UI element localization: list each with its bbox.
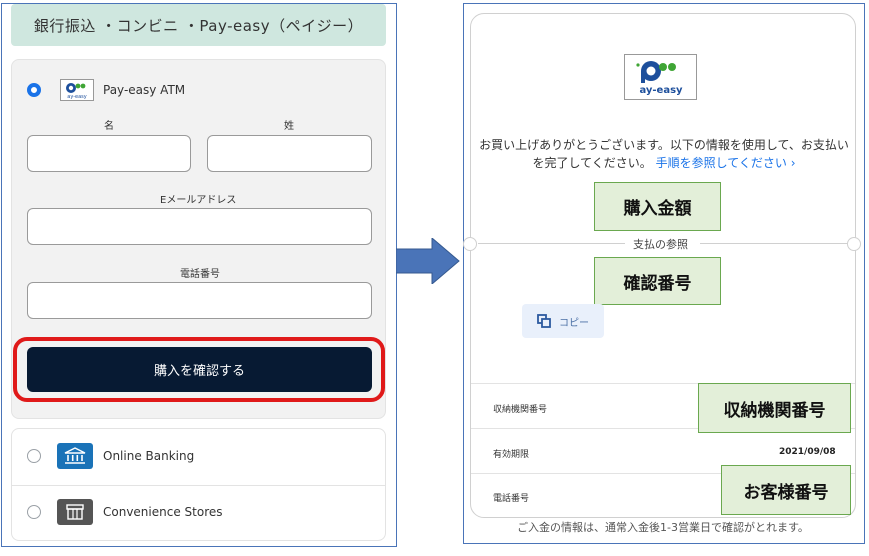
payment-reference-label: 支払の参照 [629,236,692,252]
payeasy-option-label: Pay-easy ATM [103,83,186,97]
row-label-institution: 収納機関番号 [493,405,548,415]
convenience-stores-radio[interactable] [27,505,41,519]
last-name-field[interactable] [207,135,372,172]
row-value-expiry: 2021/09/08 [779,447,836,457]
email-label: Eメールアドレス [160,195,237,206]
reference-divider-left [478,243,625,244]
row-label-expiry: 有効期限 [493,450,530,460]
convenience-stores-label: Convenience Stores [103,505,223,519]
callout-institution-number: 収納機関番号 [698,383,851,433]
phone-label: 電話番号 [180,269,220,280]
svg-text:ay-easy: ay-easy [67,94,86,100]
email-field[interactable] [27,208,372,245]
thank-you-message: お買い上げありがとうございます。以下の情報を使用して、お支払いを完了してください… [474,136,854,172]
callout-customer-number: お客様番号 [721,465,851,515]
first-name-label: 名 [104,121,114,132]
online-banking-label: Online Banking [103,449,195,463]
method-online-banking[interactable]: Online Banking [12,429,385,486]
row-label-phone: 電話番号 [493,494,530,504]
payment-category-banner: 銀行振込 ・コンビニ ・Pay-easy（ペイジー） [11,4,386,46]
confirm-purchase-button[interactable]: 購入を確認する [27,347,372,392]
phone-field[interactable] [27,282,372,319]
first-name-field[interactable] [27,135,191,172]
receipt-notch-right [847,237,861,251]
copy-icon [537,314,551,328]
last-name-label: 姓 [284,121,294,132]
reference-divider-right [700,243,848,244]
online-banking-radio[interactable] [27,449,41,463]
payeasy-logo-large-icon: ay-easy [624,54,697,100]
payeasy-radio[interactable] [27,83,41,97]
callout-confirmation-number: 確認番号 [594,257,721,305]
steps-link[interactable]: 手順を参照してください › [656,156,796,170]
method-convenience-stores[interactable]: Convenience Stores [12,485,385,541]
payeasy-logo-text: ay-easy [639,85,683,96]
arrow-right-icon [396,238,460,284]
copy-button[interactable]: コピー [522,304,604,338]
bank-icon [57,443,93,469]
receipt-notch-left [463,237,477,251]
payeasy-logo-icon: ay-easy [60,79,94,101]
copy-label: コピー [559,317,589,329]
confirmation-footnote: ご入金の情報は、通常入金後1-3営業日で確認がとれます。 [517,521,809,534]
other-methods-card: Online Banking Convenience Stores [11,428,386,541]
callout-purchase-amount: 購入金額 [594,182,721,231]
store-icon [57,499,93,525]
